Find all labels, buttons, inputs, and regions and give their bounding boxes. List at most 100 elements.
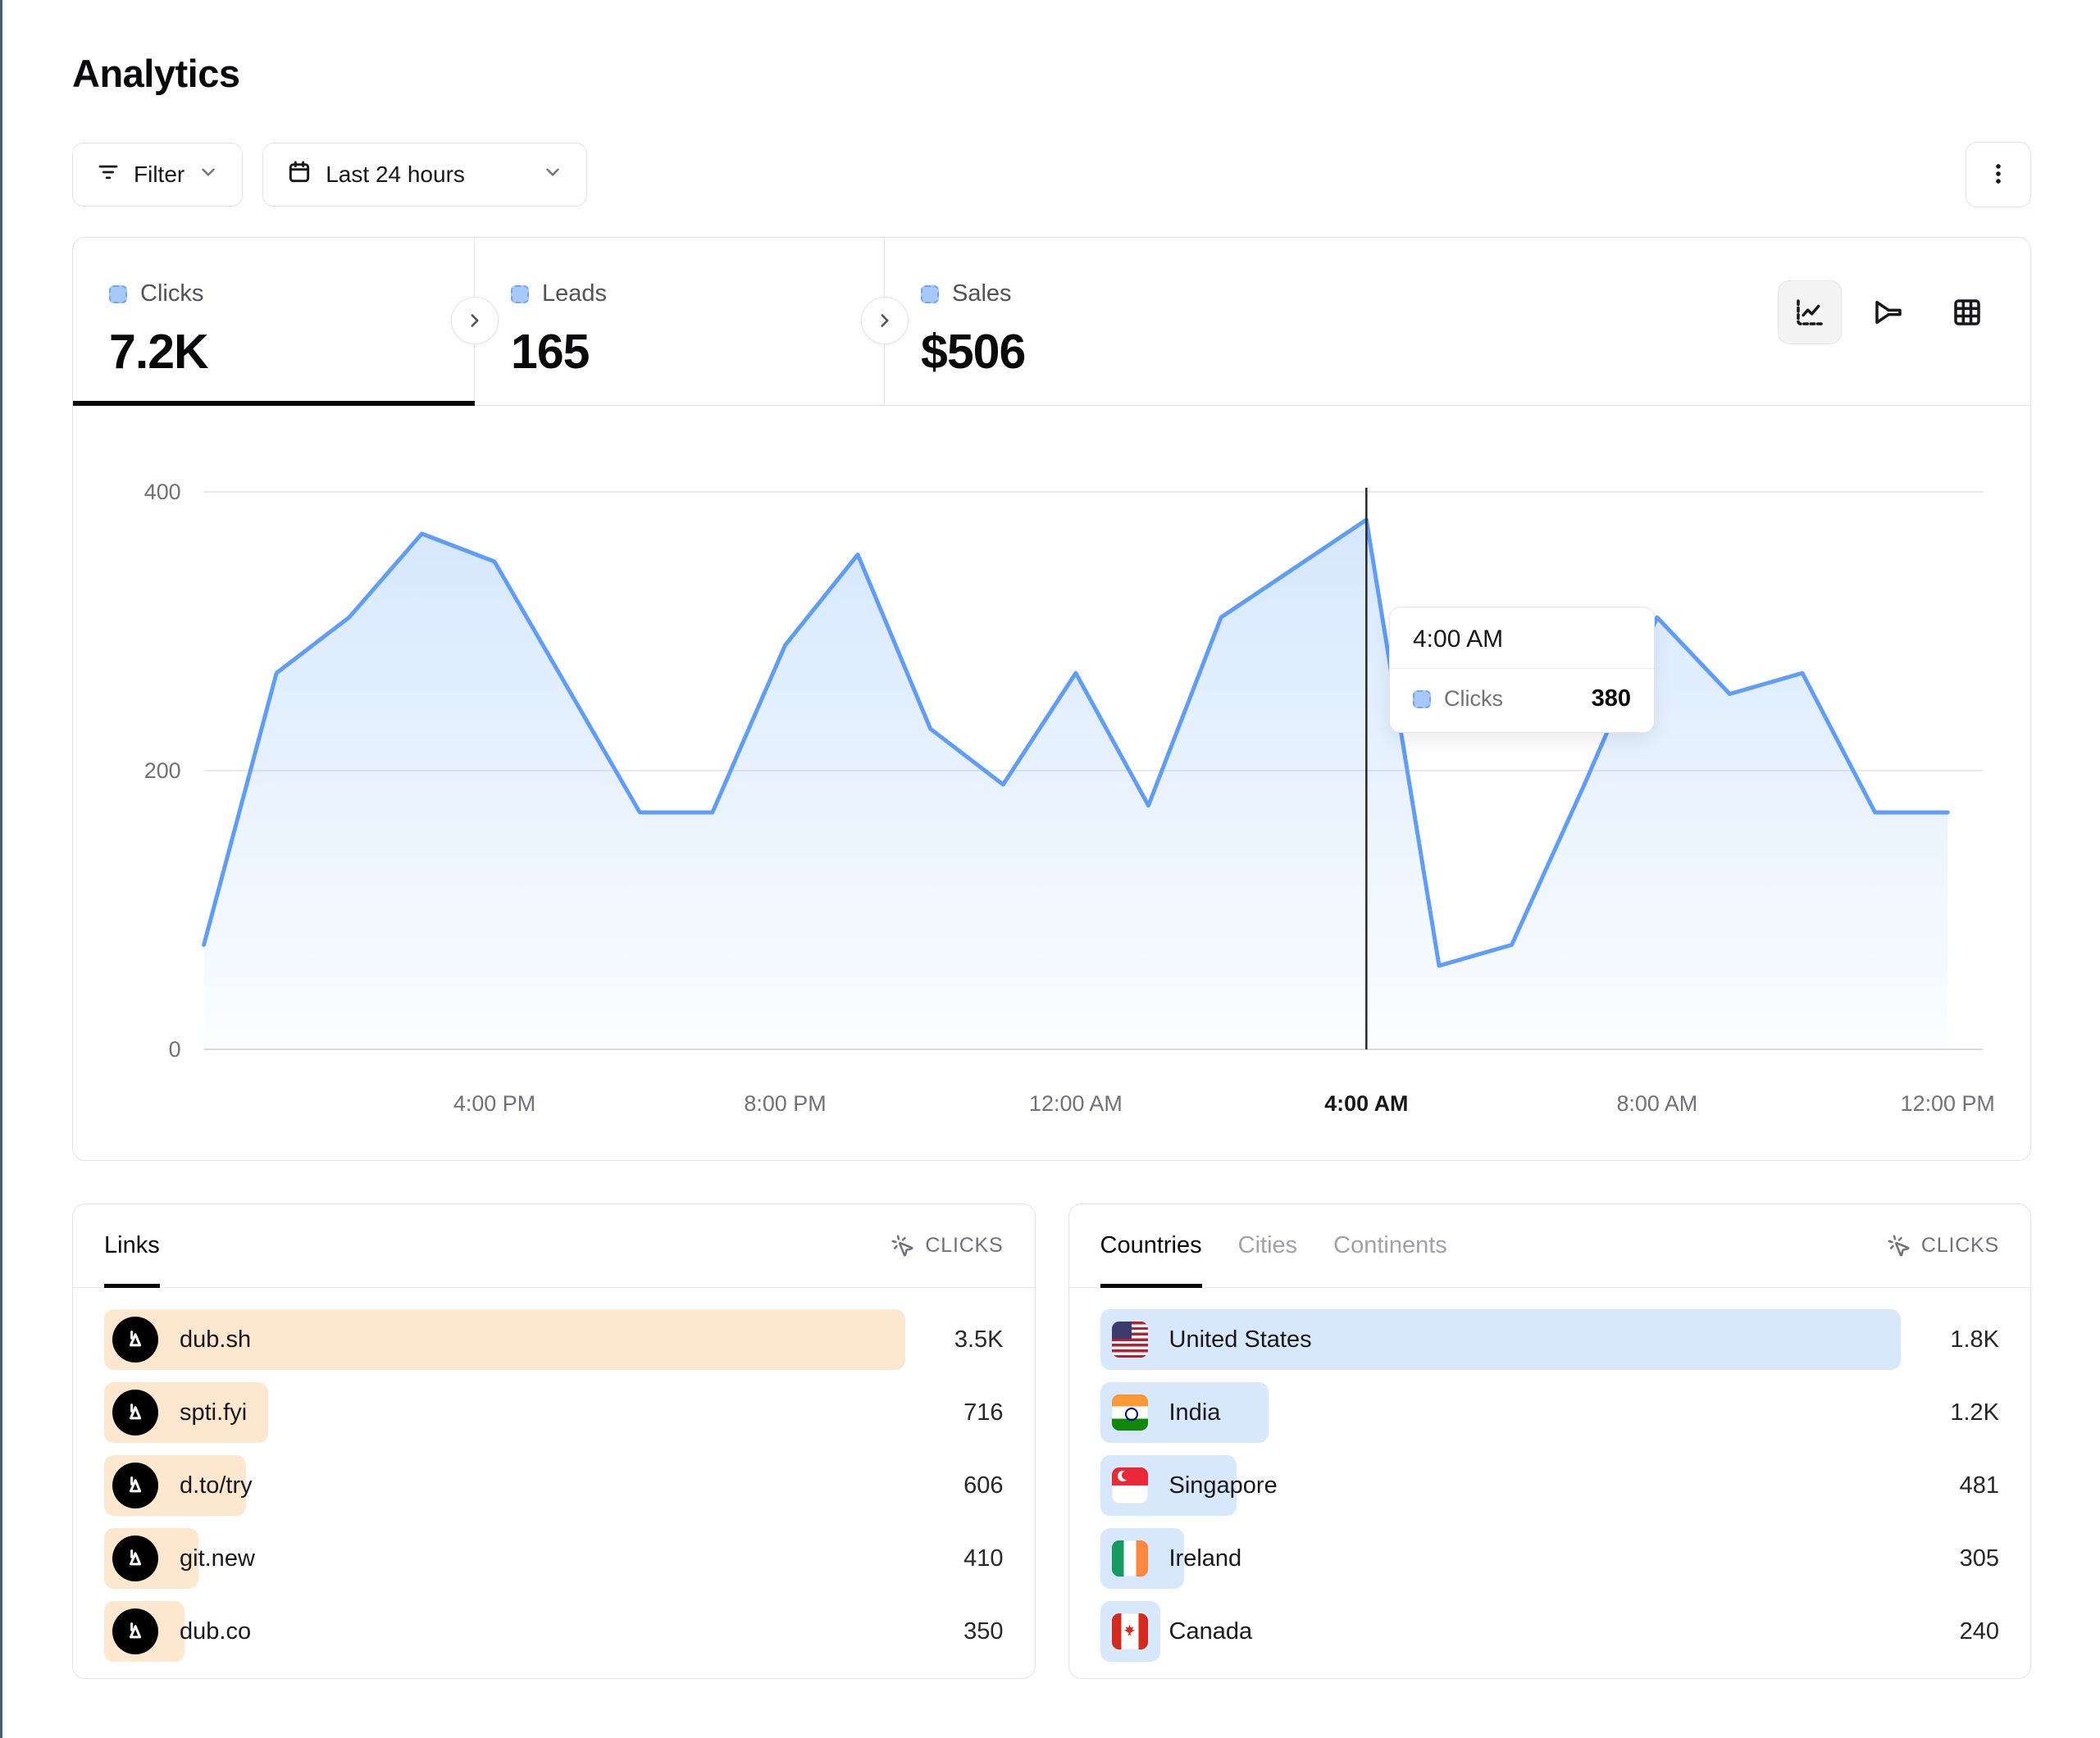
- link-label: dub.co: [180, 1618, 251, 1645]
- country-clicks-value: 1.8K: [1901, 1326, 1999, 1354]
- countries-panel-header: Countries Cities Continents CLICKS: [1069, 1204, 2031, 1288]
- x-axis-label: 12:00 AM: [1029, 1091, 1123, 1116]
- analytics-card: Clicks 7.2K Leads 165 Sales $506: [72, 237, 2031, 1161]
- cursor-click-icon: [891, 1234, 915, 1258]
- date-range-label: Last 24 hours: [326, 162, 529, 188]
- tab-continents[interactable]: Continents: [1333, 1204, 1447, 1287]
- tab-label: Cities: [1238, 1232, 1298, 1259]
- chart-canvas[interactable]: 400 200 0 4:00 PM 8:00 PM 12:00 AM 4:00 …: [73, 406, 2030, 1160]
- filter-button[interactable]: Filter: [72, 143, 243, 207]
- country-row[interactable]: Canada 240: [1100, 1601, 2000, 1662]
- country-label: United States: [1169, 1326, 1312, 1354]
- link-row[interactable]: dub.co 350: [104, 1601, 1004, 1662]
- countries-panel: Countries Cities Continents CLICKS: [1068, 1203, 2032, 1679]
- chevron-right-icon: [464, 310, 485, 331]
- country-clicks-value: 481: [1901, 1472, 1999, 1499]
- link-clicks-value: 410: [905, 1545, 1004, 1572]
- date-range-button[interactable]: Last 24 hours: [262, 143, 587, 207]
- calendar-icon: [286, 159, 312, 191]
- chart-tooltip: 4:00 AM Clicks 380: [1389, 607, 1655, 733]
- tab-leads[interactable]: Leads 165: [475, 238, 885, 405]
- tab-clicks[interactable]: Clicks 7.2K: [73, 238, 475, 405]
- y-axis-label: 400: [144, 480, 181, 504]
- metric-label: CLICKS: [1921, 1234, 1999, 1258]
- x-axis-label: 12:00 PM: [1901, 1091, 1995, 1116]
- tab-label: Countries: [1100, 1232, 1202, 1259]
- filter-label: Filter: [134, 162, 184, 188]
- expand-leads-button[interactable]: [861, 297, 909, 344]
- tab-cities[interactable]: Cities: [1238, 1204, 1298, 1287]
- x-axis-label: 4:00 PM: [453, 1091, 535, 1116]
- tooltip-series-label: Clicks: [1444, 686, 1503, 712]
- country-row[interactable]: India 1.2K: [1100, 1382, 2000, 1443]
- page-title: Analytics: [72, 51, 2031, 96]
- metric-selector-clicks[interactable]: CLICKS: [891, 1234, 1003, 1258]
- link-row[interactable]: git.new 410: [104, 1528, 1004, 1589]
- sales-legend-icon: [921, 285, 939, 303]
- toolbar: Filter Last 24 hours: [72, 142, 2031, 207]
- x-axis-label: 8:00 AM: [1616, 1091, 1697, 1116]
- tab-countries[interactable]: Countries: [1100, 1204, 1202, 1287]
- singapore-flag-icon: [1112, 1467, 1148, 1504]
- clicks-legend-icon: [109, 285, 127, 303]
- link-clicks-value: 606: [905, 1472, 1004, 1499]
- dub-logo-icon: [112, 1608, 158, 1654]
- clicks-legend-icon: [1413, 690, 1431, 708]
- clicks-area-chart[interactable]: 400 200 0 4:00 PM 8:00 PM 12:00 AM 4:00 …: [73, 406, 2030, 1160]
- leads-legend-icon: [511, 285, 529, 303]
- country-label: India: [1169, 1399, 1221, 1426]
- links-panel: Links CLICKS d: [72, 1203, 1036, 1679]
- metric-selector-clicks[interactable]: CLICKS: [1887, 1234, 1999, 1258]
- link-row[interactable]: dub.sh 3.5K: [104, 1309, 1004, 1370]
- clicks-value: 7.2K: [109, 324, 474, 380]
- funnel-icon: [1871, 295, 1906, 330]
- us-flag-icon: [1112, 1322, 1148, 1358]
- dub-logo-icon: [112, 1390, 158, 1435]
- country-row[interactable]: Ireland 305: [1100, 1528, 2000, 1589]
- metric-label: CLICKS: [925, 1234, 1003, 1258]
- line-chart-view-button[interactable]: [1778, 280, 1842, 344]
- country-label: Ireland: [1169, 1545, 1242, 1572]
- links-list: dub.sh 3.5K spti.fyi 716: [73, 1288, 1035, 1662]
- country-row[interactable]: United States 1.8K: [1100, 1309, 2000, 1370]
- dub-logo-icon: [112, 1463, 158, 1508]
- x-axis-label: 4:00 AM: [1324, 1091, 1408, 1116]
- filter-lines-icon: [96, 160, 121, 190]
- india-flag-icon: [1112, 1394, 1148, 1431]
- links-panel-header: Links CLICKS: [73, 1204, 1035, 1288]
- more-options-button[interactable]: [1966, 142, 2031, 207]
- stats-tabs: Clicks 7.2K Leads 165 Sales $506: [73, 238, 2030, 406]
- kebab-menu-icon: [1985, 161, 2011, 189]
- line-chart-icon: [1793, 295, 1827, 330]
- link-label: d.to/try: [180, 1472, 253, 1499]
- tab-label: Continents: [1333, 1232, 1447, 1259]
- country-clicks-value: 240: [1901, 1618, 1999, 1645]
- tab-links[interactable]: Links: [104, 1204, 160, 1287]
- y-axis-label: 0: [169, 1037, 181, 1062]
- link-label: spti.fyi: [180, 1399, 247, 1426]
- dub-logo-icon: [112, 1536, 158, 1581]
- funnel-view-button[interactable]: [1856, 280, 1920, 344]
- link-clicks-value: 3.5K: [905, 1326, 1004, 1354]
- cursor-click-icon: [1887, 1234, 1911, 1258]
- link-row[interactable]: d.to/try 606: [104, 1455, 1004, 1516]
- table-view-button[interactable]: [1935, 280, 1999, 344]
- country-label: Singapore: [1169, 1472, 1278, 1499]
- link-row[interactable]: spti.fyi 716: [104, 1382, 1004, 1443]
- link-label: dub.sh: [180, 1326, 251, 1354]
- chevron-right-icon: [874, 310, 895, 331]
- canada-flag-icon: [1112, 1613, 1148, 1649]
- tooltip-time: 4:00 AM: [1390, 607, 1654, 669]
- stat-label: Sales: [952, 280, 1012, 307]
- country-clicks-value: 305: [1901, 1545, 1999, 1572]
- link-label: git.new: [180, 1545, 255, 1572]
- country-row[interactable]: Singapore 481: [1100, 1455, 2000, 1516]
- y-axis-label: 200: [144, 758, 181, 783]
- chevron-down-icon: [198, 162, 219, 189]
- tab-sales[interactable]: Sales $506: [885, 238, 1311, 405]
- expand-clicks-button[interactable]: [451, 297, 499, 344]
- country-label: Canada: [1169, 1618, 1253, 1645]
- tab-label: Links: [104, 1232, 160, 1259]
- country-clicks-value: 1.2K: [1901, 1399, 1999, 1426]
- dub-logo-icon: [112, 1317, 158, 1363]
